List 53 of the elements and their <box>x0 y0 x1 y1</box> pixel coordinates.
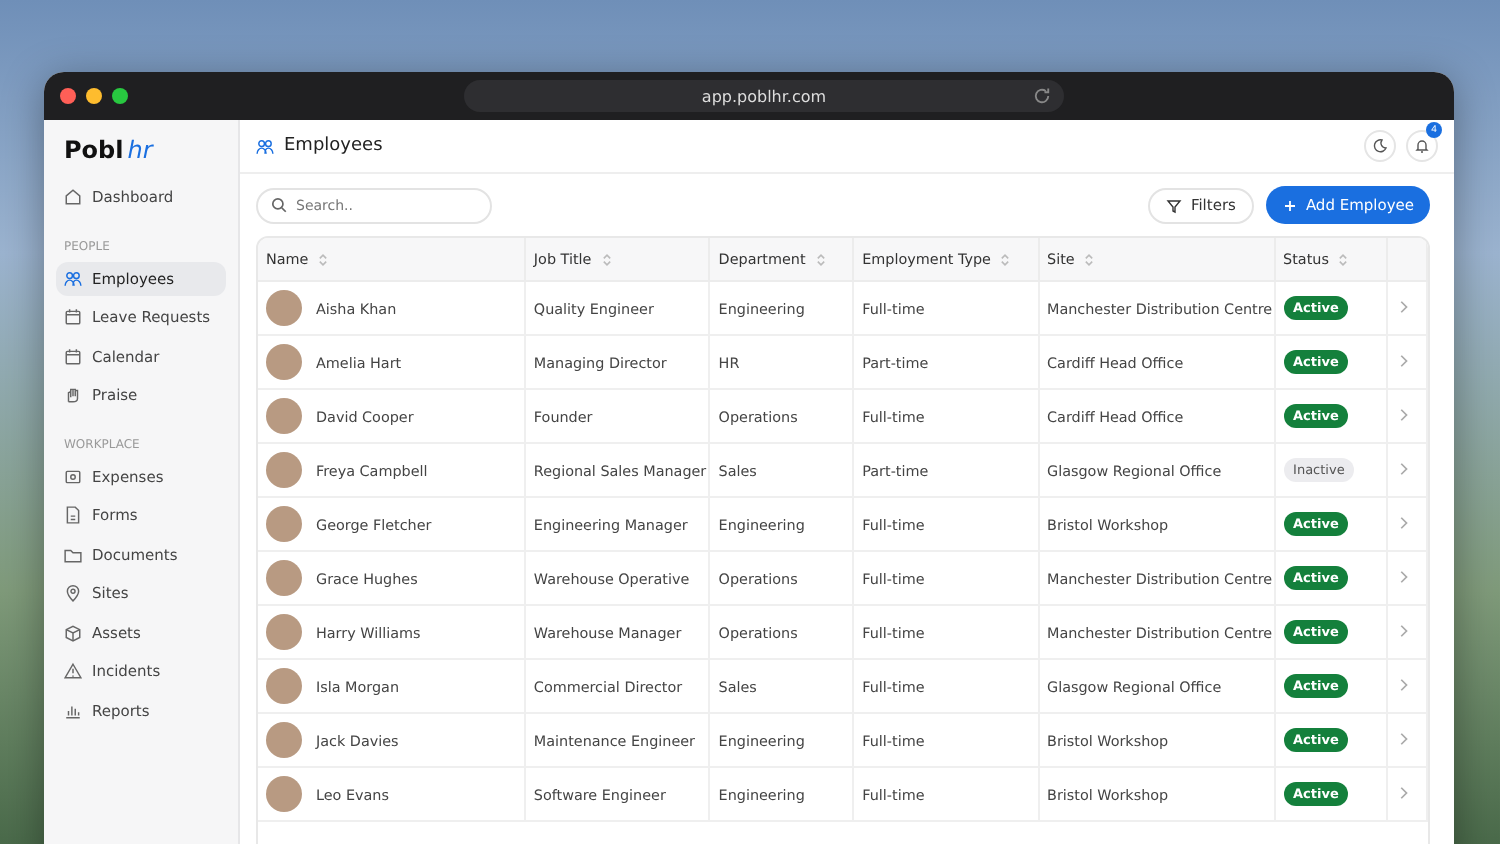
sort-icon[interactable] <box>1000 251 1011 267</box>
page-title: Employees <box>284 136 385 156</box>
logo-text: Pobl <box>64 136 124 164</box>
box-icon <box>64 623 82 641</box>
search-icon <box>270 196 288 214</box>
avatar-placeholder <box>266 668 302 704</box>
sort-icon[interactable] <box>601 251 612 267</box>
pin-icon <box>64 584 82 602</box>
avatar-placeholder <box>266 344 302 380</box>
hand-icon <box>64 386 82 404</box>
theme-toggle-button[interactable] <box>1364 130 1396 162</box>
filter-icon <box>1166 197 1183 213</box>
chevron-right-icon[interactable] <box>1396 785 1410 799</box>
calendar-icon <box>64 308 82 326</box>
chart-icon <box>64 701 82 719</box>
doc-icon <box>64 506 82 524</box>
maximize-button-dot[interactable] <box>112 88 128 104</box>
close-button-dot[interactable] <box>60 88 76 104</box>
sort-icon[interactable] <box>318 251 329 267</box>
avatar-placeholder <box>266 560 302 596</box>
minimize-button-dot[interactable] <box>86 88 102 104</box>
avatar-placeholder <box>266 290 302 326</box>
chevron-right-icon[interactable] <box>1396 299 1410 313</box>
reload-icon[interactable] <box>1032 86 1052 106</box>
chevron-right-icon[interactable] <box>1396 461 1410 475</box>
chevron-right-icon[interactable] <box>1396 677 1410 691</box>
folder-icon <box>64 545 82 563</box>
avatar-placeholder <box>266 452 302 488</box>
chevron-right-icon[interactable] <box>1396 623 1410 637</box>
home-icon <box>64 188 82 206</box>
avatar-placeholder <box>266 506 302 542</box>
calendar-icon <box>64 347 82 365</box>
avatar-placeholder <box>266 614 302 650</box>
people-icon <box>256 137 274 155</box>
chevron-right-icon[interactable] <box>1396 731 1410 745</box>
chevron-right-icon[interactable] <box>1396 569 1410 583</box>
receipt-icon <box>64 467 82 485</box>
people-icon <box>64 269 82 287</box>
avatar-placeholder <box>266 776 302 812</box>
bell-icon <box>1414 138 1430 154</box>
warning-icon <box>64 662 82 680</box>
chevron-right-icon[interactable] <box>1396 515 1410 529</box>
sort-icon[interactable] <box>1338 251 1349 267</box>
address-bar[interactable]: app.poblhr.com <box>464 80 1064 112</box>
avatar-placeholder <box>266 398 302 434</box>
sort-icon[interactable] <box>815 251 826 267</box>
plus-icon <box>1281 197 1298 213</box>
avatar-placeholder <box>266 722 302 758</box>
sort-icon[interactable] <box>1084 251 1095 267</box>
logo-accent-text: hr <box>127 136 153 164</box>
chevron-right-icon[interactable] <box>1396 353 1410 367</box>
chevron-right-icon[interactable] <box>1396 407 1410 421</box>
moon-icon <box>1372 138 1388 154</box>
